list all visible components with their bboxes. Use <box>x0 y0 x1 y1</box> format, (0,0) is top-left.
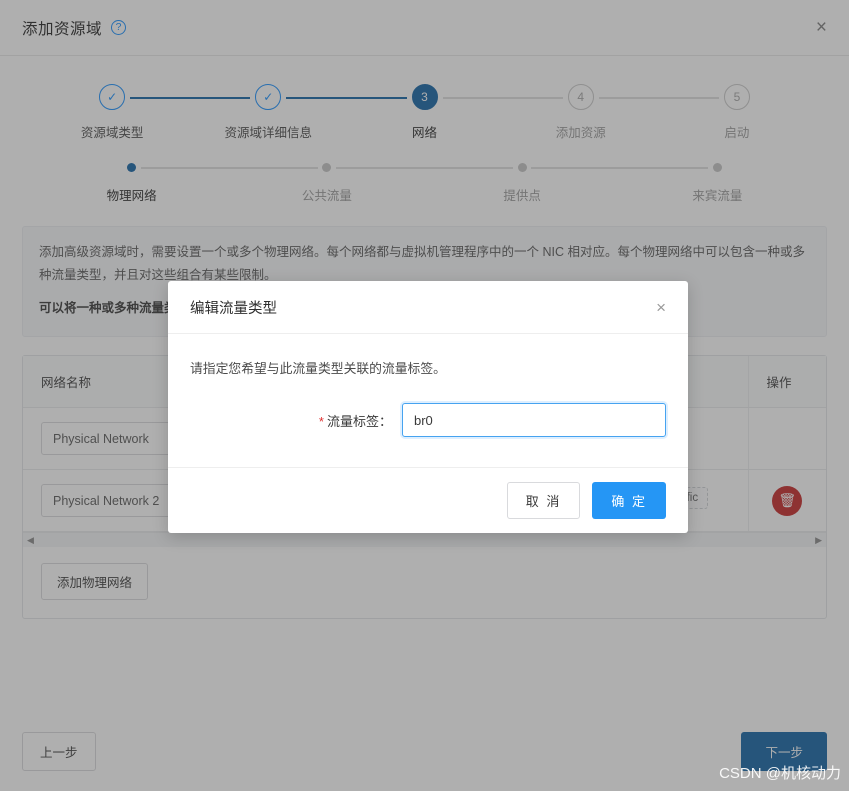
close-icon[interactable]: × <box>656 299 666 316</box>
dialog-header: 编辑流量类型 × <box>168 281 688 334</box>
edit-traffic-type-dialog: 编辑流量类型 × 请指定您希望与此流量类型关联的流量标签。 *流量标签： 取 消… <box>168 281 688 533</box>
page-root: 添加资源域 ? × ✓ 资源域类型 ✓ 资源域详细信息 3 网络 4 添加资源 … <box>0 0 849 791</box>
dialog-body: 请指定您希望与此流量类型关联的流量标签。 * 流量标签： <box>168 334 688 467</box>
traffic-label-input[interactable] <box>402 403 666 437</box>
confirm-button[interactable]: 确 定 <box>592 482 666 519</box>
cancel-button[interactable]: 取 消 <box>506 482 581 519</box>
dialog-description: 请指定您希望与此流量类型关联的流量标签。 <box>190 361 446 376</box>
traffic-label-field-label: * 流量标签： <box>190 411 402 430</box>
dialog-footer: 取 消 确 定 <box>168 467 688 533</box>
dialog-title: 编辑流量类型 <box>190 301 277 317</box>
watermark: CSDN @机核动力 <box>719 765 841 782</box>
required-asterisk: * <box>318 413 324 429</box>
traffic-label-text: 流量标签： <box>326 413 392 429</box>
traffic-label-form-row: * 流量标签： <box>190 403 666 437</box>
